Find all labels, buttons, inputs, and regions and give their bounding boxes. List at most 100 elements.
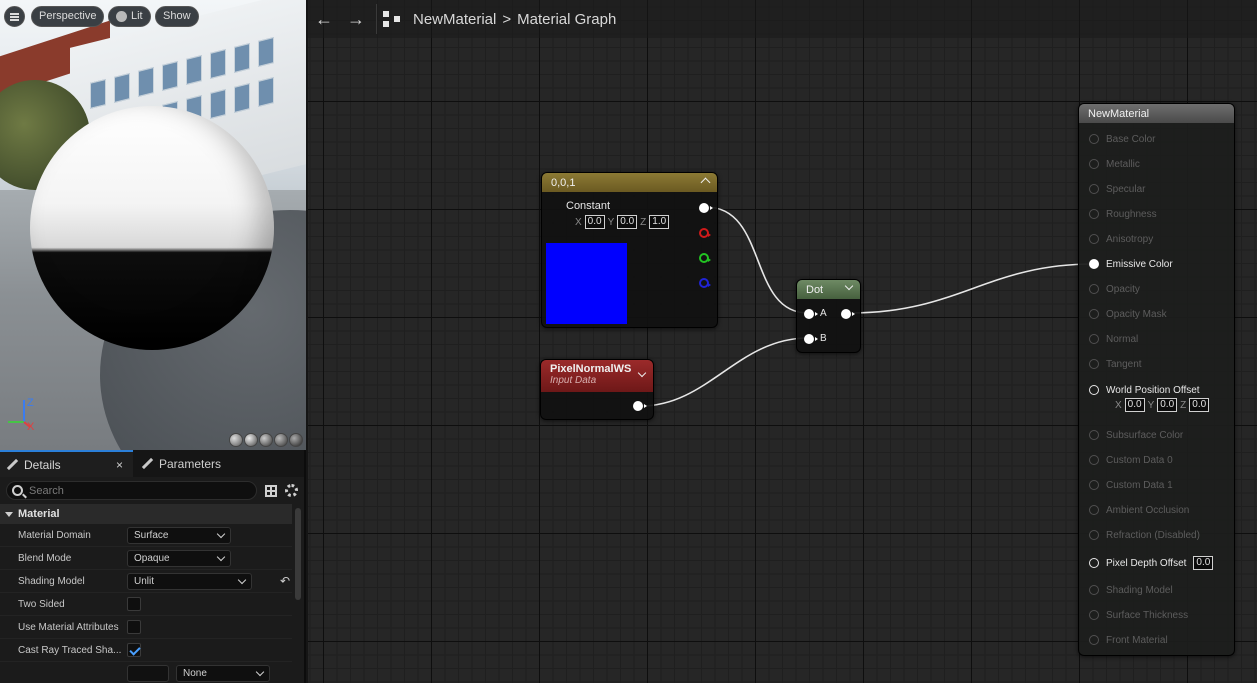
prop-cast-ray-traced-shadows: Cast Ray Traced Sha... [0,639,292,662]
material-pin-row[interactable]: Roughness [1089,207,1157,221]
material-pin-row[interactable]: Surface Thickness [1089,608,1188,622]
material-pin-row[interactable]: Anisotropy [1089,232,1153,246]
material-pin-row[interactable]: Opacity Mask [1089,307,1167,321]
search-input[interactable] [29,484,249,497]
use-material-attributes-checkbox[interactable] [127,620,141,634]
tab-details[interactable]: Details × [0,450,133,477]
material-result-node[interactable]: NewMaterial Base Color Metallic Specular Ro… [1078,103,1235,656]
node-header[interactable]: NewMaterial [1079,104,1234,123]
plane-preview-icon[interactable] [259,433,273,447]
input-pin-b[interactable] [804,334,818,344]
pixel-depth-offset-field[interactable]: 0.0 [1193,556,1214,570]
show-button[interactable]: Show [155,6,199,27]
node-header[interactable]: 0,0,1 [542,173,717,192]
input-pin[interactable] [1089,159,1099,169]
pixelnormalws-node[interactable]: PixelNormalWS Input Data [540,359,654,420]
input-pin[interactable] [1089,635,1099,645]
perspective-button[interactable]: Perspective [31,6,105,27]
material-pin-row[interactable]: Custom Data 1 [1089,478,1173,492]
y-value-field[interactable]: 0.0 [617,215,638,229]
asset-picker-dropdown[interactable]: None [176,665,270,682]
input-pin[interactable] [1089,385,1099,395]
material-pin-row[interactable]: Metallic [1089,157,1140,171]
x-value-field[interactable]: 0.0 [1124,398,1145,412]
z-value-field[interactable]: 1.0 [649,215,670,229]
breadcrumb-asset[interactable]: NewMaterial [413,11,496,28]
gear-icon[interactable] [285,484,298,497]
material-pin-row[interactable]: World Position Offset [1089,383,1200,397]
input-pin[interactable] [1089,209,1099,219]
table-view-icon[interactable] [265,484,278,497]
z-value-field[interactable]: 0.0 [1189,398,1210,412]
preview-shape-selector[interactable] [229,433,303,447]
input-pin[interactable] [1089,334,1099,344]
forward-arrow-icon[interactable]: → [340,9,372,30]
input-pin[interactable] [1089,134,1099,144]
dot-product-node[interactable]: Dot A B [796,279,861,353]
chevron-down-icon[interactable] [844,281,854,291]
cube-preview-icon[interactable] [274,433,288,447]
output-pin-g[interactable] [699,253,711,263]
material-pin-row[interactable]: Specular [1089,182,1145,196]
cast-ray-traced-shadows-checkbox[interactable] [127,643,141,657]
material-pin-row[interactable]: Base Color [1089,132,1155,146]
input-pin[interactable] [1089,480,1099,490]
input-pin[interactable] [1089,184,1099,194]
input-pin[interactable] [1089,530,1099,540]
node-header[interactable]: Dot [797,280,860,299]
material-pin-row[interactable]: Normal [1089,332,1138,346]
input-pin[interactable] [1089,259,1099,269]
material-graph-canvas[interactable]: ← → NewMaterial > Material Graph 0,0,1 C… [308,0,1257,683]
input-pin[interactable] [1089,284,1099,294]
search-box[interactable] [6,481,258,500]
material-pin-row[interactable]: Tangent [1089,357,1142,371]
material-pin-row[interactable]: Subsurface Color [1089,428,1183,442]
input-pin[interactable] [1089,610,1099,620]
output-pin[interactable] [633,401,647,411]
input-pin[interactable] [1089,430,1099,440]
cylinder-preview-icon[interactable] [229,433,243,447]
material-pin-row[interactable]: Custom Data 0 [1089,453,1173,467]
output-pin-r[interactable] [699,228,711,238]
tab-parameters[interactable]: Parameters [133,450,221,477]
material-section-header[interactable]: Material [0,504,292,524]
two-sided-checkbox[interactable] [127,597,141,611]
sphere-preview-icon[interactable] [244,433,258,447]
input-pin[interactable] [1089,234,1099,244]
output-pin-rgb[interactable] [699,203,713,213]
input-pin[interactable] [1089,505,1099,515]
back-arrow-icon[interactable]: ← [308,9,340,30]
details-scrollbar[interactable] [295,508,301,600]
input-pin[interactable] [1089,359,1099,369]
material-pin-row[interactable]: Refraction (Disabled) [1089,528,1200,542]
x-value-field[interactable]: 0.0 [584,215,605,229]
output-pin-b[interactable] [699,278,711,288]
constant3vector-node[interactable]: 0,0,1 Constant X 0.0 Y 0.0 Z 1.0 [541,172,718,328]
input-pin-a[interactable] [804,309,818,319]
asset-thumbnail[interactable] [127,665,169,682]
material-pin-row[interactable]: Pixel Depth Offset 0.0 [1089,556,1214,570]
blend-mode-dropdown[interactable]: Opaque [127,549,231,567]
viewport-menu-button[interactable] [4,6,25,27]
material-domain-dropdown[interactable]: Surface [127,526,231,544]
material-pin-row[interactable]: Shading Model [1089,583,1173,597]
shading-model-dropdown[interactable]: Unlit [127,572,252,590]
material-pin-row[interactable]: Front Material [1089,633,1168,647]
output-pin[interactable] [841,309,855,319]
close-tab-button[interactable]: × [116,458,123,472]
input-pin[interactable] [1089,309,1099,319]
material-pin-row[interactable]: Ambient Occlusion [1089,503,1189,517]
lit-button[interactable]: Lit [108,6,151,27]
reset-to-default-icon[interactable]: ↶ [280,574,290,588]
breadcrumb-graph[interactable]: Material Graph [517,11,616,28]
teapot-preview-icon[interactable] [289,433,303,447]
material-preview-viewport[interactable]: Perspective Lit Show Z X [0,0,306,450]
input-pin[interactable] [1089,455,1099,465]
input-pin[interactable] [1089,585,1099,595]
input-pin[interactable] [1089,558,1099,568]
node-header[interactable]: PixelNormalWS Input Data [541,360,653,392]
y-value-field[interactable]: 0.0 [1157,398,1178,412]
chevron-up-icon[interactable] [700,177,711,188]
material-pin-row[interactable]: Emissive Color [1089,257,1173,271]
material-pin-row[interactable]: Opacity [1089,282,1140,296]
